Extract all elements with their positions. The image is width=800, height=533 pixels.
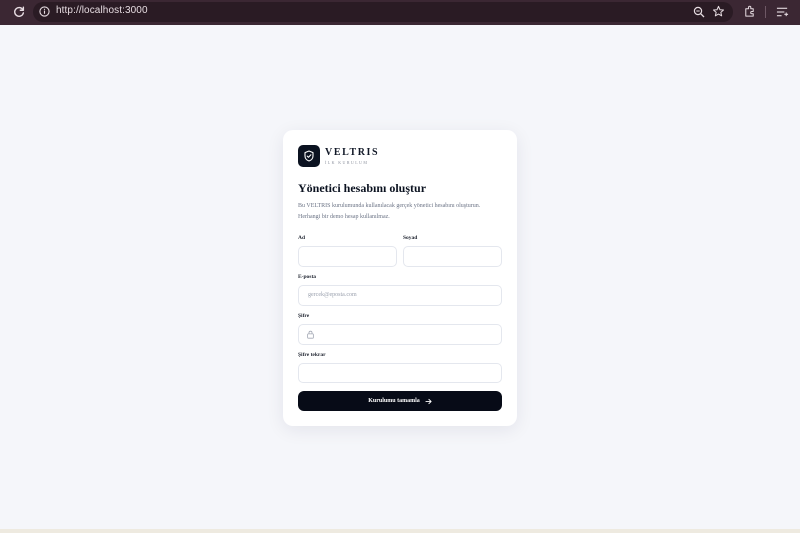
password-repeat-label: Şifre tekrar	[298, 352, 326, 358]
email-placeholder: gercek@eposta.com	[308, 292, 357, 298]
bottom-edge	[0, 529, 800, 533]
setup-card: VELTRIS İLK KURULUM Yönetici hesabını ol…	[283, 130, 517, 426]
complete-setup-button[interactable]: Kurulumu tamamla	[298, 391, 502, 411]
reading-list-icon[interactable]	[776, 6, 789, 18]
brand-subtitle: İLK KURULUM	[325, 160, 369, 165]
password-field[interactable]	[298, 324, 502, 345]
shield-check-icon	[304, 150, 314, 162]
brand-logo	[298, 145, 320, 167]
brand-name: VELTRIS	[325, 147, 380, 158]
extensions-icon[interactable]	[743, 5, 756, 18]
toolbar-divider	[765, 6, 766, 18]
page-title: Yönetici hesabını oluştur	[298, 181, 427, 195]
email-label: E-posta	[298, 274, 317, 280]
reload-icon[interactable]	[12, 5, 26, 19]
last-name-field[interactable]	[403, 246, 502, 267]
first-name-field[interactable]	[298, 246, 397, 267]
lock-icon	[307, 330, 314, 339]
email-field[interactable]: gercek@eposta.com	[298, 285, 502, 306]
bookmark-star-icon[interactable]	[712, 5, 725, 18]
form-description: Bu VELTRIS kurulumunda kullanılacak gerç…	[298, 203, 481, 220]
browser-toolbar: http://localhost:3000	[0, 0, 800, 25]
arrow-right-icon	[425, 398, 432, 404]
last-name-label: Soyad	[403, 235, 418, 241]
zoom-icon[interactable]	[693, 6, 705, 18]
first-name-label: Ad	[298, 235, 306, 241]
site-info-icon[interactable]	[39, 6, 50, 17]
url-text[interactable]: http://localhost:3000	[56, 5, 148, 16]
complete-setup-label: Kurulumu tamamla	[368, 398, 420, 404]
password-repeat-field[interactable]	[298, 363, 502, 383]
password-label: Şifre	[298, 313, 310, 319]
